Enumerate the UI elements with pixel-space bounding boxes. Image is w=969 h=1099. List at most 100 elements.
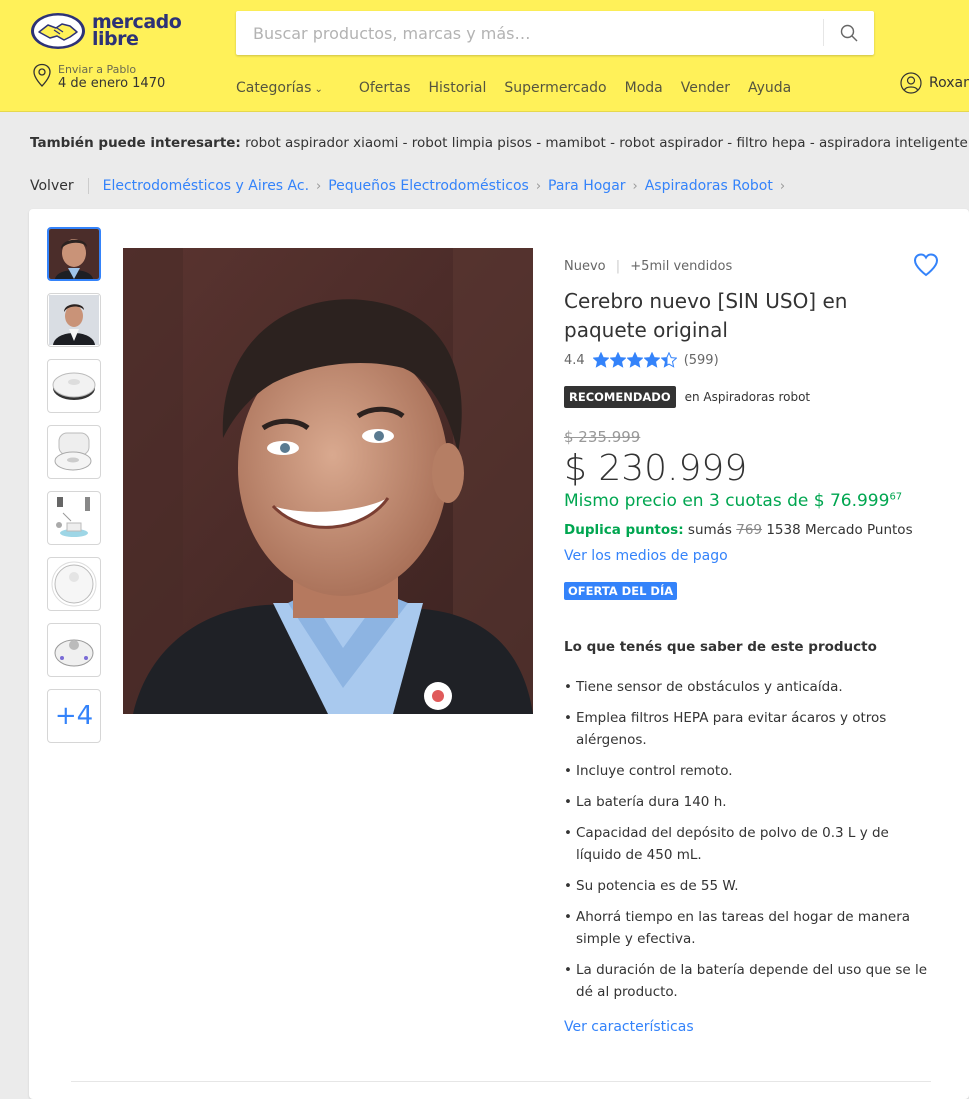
thumbnail-portrait-1[interactable]: [47, 227, 101, 281]
section-divider: [71, 1081, 931, 1082]
portrait-main-image: [123, 248, 533, 714]
more-images-button[interactable]: +4: [47, 689, 101, 743]
related-items[interactable]: robot aspirador xiaomi - robot limpia pi…: [245, 135, 968, 151]
related-searches: También puede interesarte: robot aspirad…: [30, 135, 968, 151]
nav-moda[interactable]: Moda: [625, 80, 663, 96]
favorite-button[interactable]: [913, 253, 939, 281]
search-icon: [840, 24, 858, 42]
feature-item: Capacidad del depósito de polvo de 0.3 L…: [564, 822, 934, 866]
points-post: 1538 Mercado Puntos: [766, 522, 913, 538]
mercadolibre-logo[interactable]: mercado libre: [30, 11, 182, 50]
breadcrumb-item[interactable]: Para Hogar: [548, 178, 626, 194]
thumbnail-robot-4[interactable]: [47, 623, 101, 677]
nav-categories[interactable]: Categorías ⌄: [236, 80, 341, 96]
star-icon: [609, 352, 626, 368]
handshake-logo-icon: [31, 13, 85, 49]
sold-count: +5mil vendidos: [630, 259, 733, 274]
feature-item: Ahorrá tiempo en las tareas del hogar de…: [564, 906, 934, 950]
robot-vacuum-thumbnail-image: [52, 372, 96, 400]
nav-vender[interactable]: Vender: [681, 80, 730, 96]
product-subtitle: Nuevo | +5mil vendidos: [564, 259, 732, 274]
feature-item: Incluye control remoto.: [564, 760, 934, 782]
thumbnail-accessories[interactable]: [47, 491, 101, 545]
heart-icon: [913, 253, 939, 277]
nav-historial[interactable]: Historial: [429, 80, 487, 96]
rating-row[interactable]: 4.4 (599): [564, 352, 719, 368]
search-bar: [236, 11, 874, 55]
review-count: (599): [683, 352, 719, 368]
points-old: 769: [736, 522, 763, 538]
thumbnail-robot-2[interactable]: [47, 425, 101, 479]
payment-methods-link[interactable]: Ver los medios de pago: [564, 548, 728, 564]
see-characteristics-link[interactable]: Ver características: [564, 1019, 694, 1035]
feature-item: Su potencia es de 55 W.: [564, 875, 934, 897]
recommended-context[interactable]: en Aspiradoras robot: [685, 390, 811, 404]
thumbnail-robot-3[interactable]: [47, 557, 101, 611]
star-icon: [626, 352, 643, 368]
original-price: $ 235.999: [564, 428, 641, 446]
main-product-image[interactable]: [123, 248, 533, 714]
search-input[interactable]: [236, 11, 822, 55]
chevron-right-icon: ›: [316, 178, 322, 194]
robot-base-thumbnail-image: [54, 432, 92, 471]
search-divider: [823, 19, 824, 46]
main-nav: Categorías ⌄ Ofertas Historial Supermerca…: [236, 80, 809, 96]
breadcrumb-item[interactable]: Aspiradoras Robot: [645, 178, 773, 194]
star-icon: [592, 352, 609, 368]
points-info: Duplica puntos: sumás 769 1538 Mercado P…: [564, 522, 913, 538]
rating-stars: [592, 352, 678, 368]
thumbnail-portrait-2[interactable]: [47, 293, 101, 347]
product-card: +4 Nuevo | +5mil vendidos Cerebro nuevo …: [29, 209, 969, 1099]
feature-item: La duración de la batería depende del us…: [564, 959, 934, 1003]
installments-info: Mismo precio en 3 cuotas de $ 76.99967: [564, 491, 902, 511]
thumbnail-list: +4: [47, 227, 101, 755]
star-icon: [660, 352, 677, 368]
features-list: Tiene sensor de obstáculos y anticaída. …: [564, 676, 934, 1012]
user-menu[interactable]: Roxana: [900, 72, 969, 94]
points-label: Duplica puntos:: [564, 522, 684, 538]
breadcrumb-item[interactable]: Pequeños Electrodomésticos: [328, 178, 529, 194]
breadcrumb: Volver Electrodomésticos y Aires Ac. › P…: [30, 178, 792, 194]
feature-item: La batería dura 140 h.: [564, 791, 934, 813]
installments-text: Mismo precio en 3 cuotas de $ 76.999: [564, 491, 890, 511]
feature-item: Emplea filtros HEPA para evitar ácaros y…: [564, 707, 934, 751]
location-address: 4 de enero 1470: [58, 76, 166, 91]
feature-item: Tiene sensor de obstáculos y anticaída.: [564, 676, 934, 698]
breadcrumb-divider: [87, 178, 89, 194]
breadcrumb-item[interactable]: Electrodomésticos y Aires Ac.: [103, 178, 309, 194]
search-button[interactable]: [832, 19, 866, 47]
chevron-down-icon: ⌄: [314, 84, 323, 95]
chevron-right-icon: ›: [535, 178, 542, 194]
points-pre: sumás: [687, 522, 732, 538]
portrait-thumbnail-image: [49, 295, 99, 345]
current-price: $ 230.999: [564, 448, 748, 489]
rating-value: 4.4: [564, 352, 585, 368]
thumbnail-robot-1[interactable]: [47, 359, 101, 413]
recommended-badge: RECOMENDADO: [564, 386, 676, 408]
chevron-right-icon: ›: [779, 178, 786, 194]
robot-vacuum-thumbnail-image: [51, 561, 97, 607]
subtitle-divider: |: [615, 259, 621, 274]
logo-text: mercado libre: [92, 11, 182, 50]
nav-categories-label: Categorías: [236, 80, 312, 96]
nav-ofertas[interactable]: Ofertas: [359, 80, 411, 96]
chevron-right-icon: ›: [632, 178, 638, 194]
back-link[interactable]: Volver: [30, 178, 74, 194]
location-pin-icon: [33, 63, 51, 87]
star-icon: [643, 352, 660, 368]
accessories-thumbnail-image: [56, 497, 90, 537]
location-label: Enviar a Pablo: [58, 63, 137, 76]
user-avatar-icon: [900, 72, 922, 94]
user-name: Roxana: [929, 75, 969, 91]
portrait-thumbnail-image: [49, 229, 99, 279]
related-label: También puede interesarte:: [30, 135, 241, 151]
deal-of-day-badge: OFERTA DEL DÍA: [564, 582, 678, 600]
shipping-location[interactable]: Enviar a Pablo 4 de enero 1470: [32, 63, 165, 92]
installments-cents: 67: [889, 491, 903, 503]
product-title: Cerebro nuevo [SIN USO] en paquete origi…: [564, 289, 848, 342]
recommended-row: RECOMENDADO en Aspiradoras robot: [564, 386, 810, 408]
nav-ayuda[interactable]: Ayuda: [748, 80, 791, 96]
features-heading: Lo que tenés que saber de este producto: [564, 639, 877, 655]
nav-supermercado[interactable]: Supermercado: [504, 80, 606, 96]
robot-vacuum-thumbnail-image: [54, 639, 94, 667]
